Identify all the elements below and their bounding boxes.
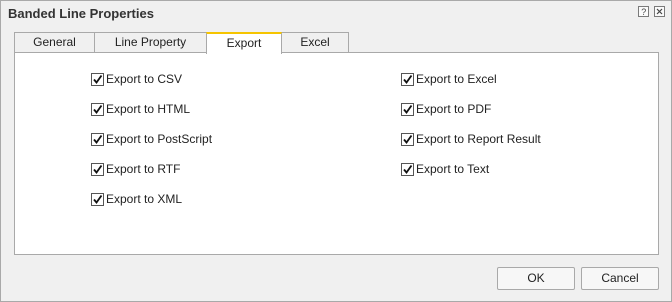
export-rtf-checkbox[interactable] bbox=[91, 162, 104, 176]
export-excel-label: Export to Excel bbox=[416, 72, 497, 86]
tab-general[interactable]: General bbox=[14, 32, 95, 52]
export-text-label: Export to Text bbox=[416, 162, 490, 176]
export-csv-option[interactable]: Export to CSV bbox=[91, 71, 182, 87]
close-icon[interactable] bbox=[654, 6, 665, 17]
export-xml-checkbox[interactable] bbox=[91, 192, 104, 206]
export-csv-checkbox[interactable] bbox=[91, 72, 104, 86]
export-xml-option[interactable]: Export to XML bbox=[91, 191, 182, 207]
title-bar: Banded Line Properties ? bbox=[1, 1, 671, 25]
export-xml-label: Export to XML bbox=[106, 192, 183, 206]
export-postscript-option[interactable]: Export to PostScript bbox=[91, 131, 212, 147]
export-text-option[interactable]: Export to Text bbox=[401, 161, 489, 177]
export-pdf-label: Export to PDF bbox=[416, 102, 492, 116]
export-report-result-checkbox[interactable] bbox=[401, 132, 414, 146]
export-csv-label: Export to CSV bbox=[106, 72, 183, 86]
export-report-result-label: Export to Report Result bbox=[416, 132, 541, 146]
export-html-label: Export to HTML bbox=[106, 102, 191, 116]
export-html-option[interactable]: Export to HTML bbox=[91, 101, 190, 117]
tab-line-property[interactable]: Line Property bbox=[94, 32, 207, 52]
ok-button-label: OK bbox=[527, 271, 545, 285]
dialog-title: Banded Line Properties bbox=[8, 6, 154, 21]
export-pdf-option[interactable]: Export to PDF bbox=[401, 101, 491, 117]
export-postscript-checkbox[interactable] bbox=[91, 132, 104, 146]
export-html-checkbox[interactable] bbox=[91, 102, 104, 116]
export-excel-checkbox[interactable] bbox=[401, 72, 414, 86]
help-icon[interactable]: ? bbox=[638, 6, 649, 17]
ok-button[interactable]: OK bbox=[497, 267, 575, 290]
cancel-button-label: Cancel bbox=[601, 271, 639, 285]
cancel-button[interactable]: Cancel bbox=[581, 267, 659, 290]
tab-excel-label: Excel bbox=[300, 35, 330, 49]
export-pdf-checkbox[interactable] bbox=[401, 102, 414, 116]
svg-text:?: ? bbox=[641, 7, 646, 16]
export-excel-option[interactable]: Export to Excel bbox=[401, 71, 497, 87]
export-rtf-option[interactable]: Export to RTF bbox=[91, 161, 180, 177]
export-rtf-label: Export to RTF bbox=[106, 162, 181, 176]
tab-line-property-label: Line Property bbox=[114, 35, 187, 49]
export-postscript-label: Export to PostScript bbox=[106, 132, 213, 146]
export-report-result-option[interactable]: Export to Report Result bbox=[401, 131, 541, 147]
tab-excel[interactable]: Excel bbox=[281, 32, 349, 52]
export-text-checkbox[interactable] bbox=[401, 162, 414, 176]
properties-dialog: Banded Line Properties ? General Line Pr… bbox=[0, 0, 672, 302]
tab-general-label: General bbox=[33, 35, 76, 49]
tab-export[interactable]: Export bbox=[206, 32, 282, 54]
export-panel: Export to CSV Export to HTML Export to P… bbox=[14, 52, 659, 255]
tab-export-label: Export bbox=[226, 36, 262, 50]
